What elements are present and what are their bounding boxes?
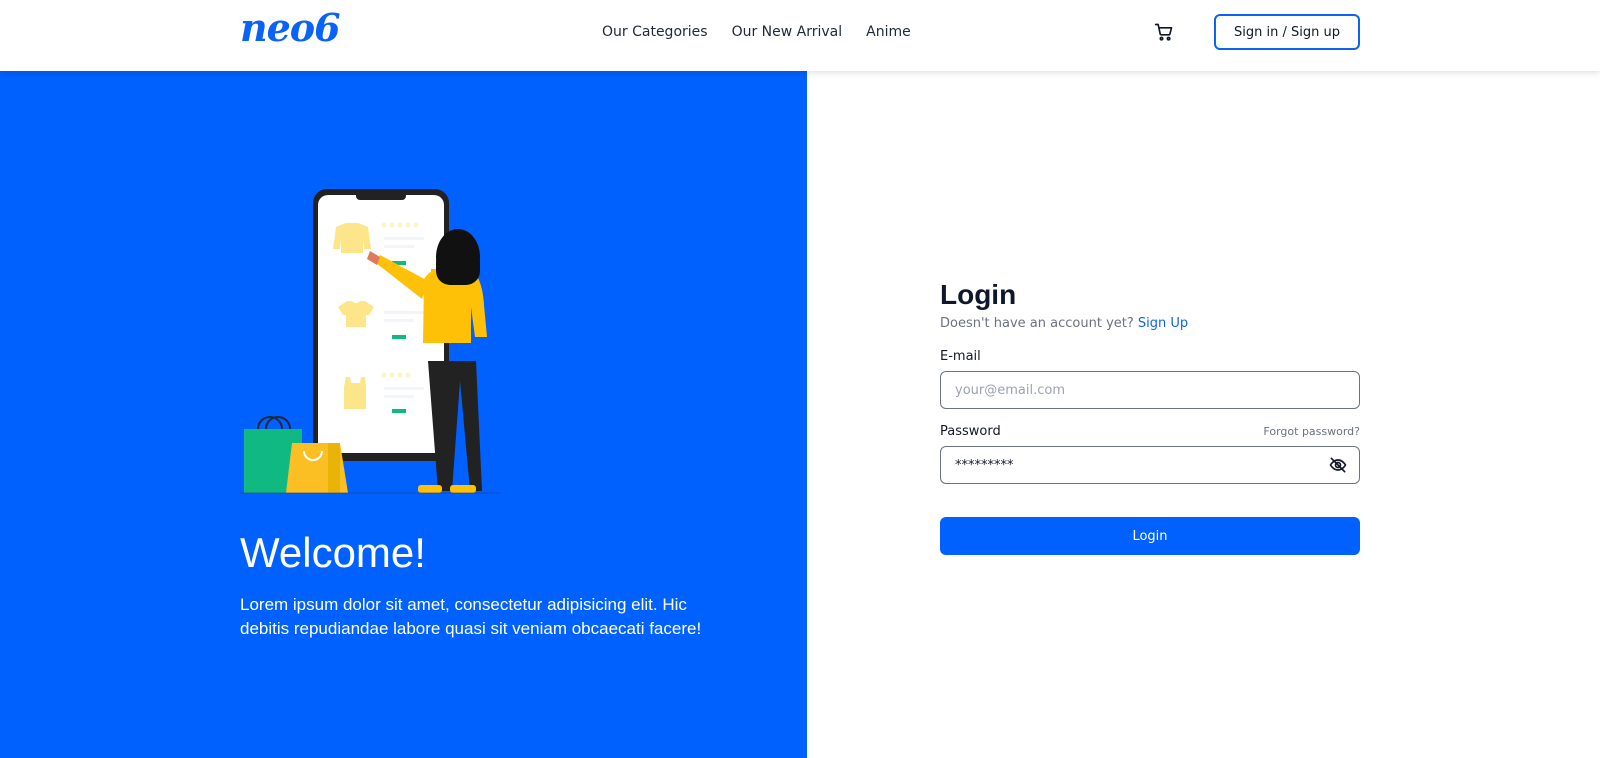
signup-prompt: Doesn't have an account yet? Sign Up <box>940 314 1360 334</box>
password-field-wrap <box>940 446 1360 484</box>
woman-shopping-on-phone-illustration <box>240 189 500 494</box>
email-field[interactable] <box>940 371 1360 409</box>
main-nav: Our Categories Our New Arrival Anime <box>602 22 911 42</box>
login-form: Login Doesn't have an account yet? Sign … <box>940 278 1360 555</box>
nav-link-categories[interactable]: Our Categories <box>602 22 708 42</box>
cart-icon[interactable] <box>1154 22 1174 42</box>
sign-in-sign-up-button[interactable]: Sign in / Sign up <box>1214 14 1360 50</box>
sign-up-link[interactable]: Sign Up <box>1138 316 1188 331</box>
eye-off-icon[interactable] <box>1328 455 1348 475</box>
email-field-wrap <box>940 371 1360 409</box>
password-label-row: Password Forgot password? <box>940 423 1360 441</box>
brand-logo[interactable]: neo6 <box>240 6 341 50</box>
welcome-description: Lorem ipsum dolor sit amet, consectetur … <box>240 595 702 638</box>
nav-link-anime[interactable]: Anime <box>866 22 911 42</box>
password-field[interactable] <box>940 446 1360 484</box>
welcome-panel: Welcome! Lorem ipsum dolor sit amet, con… <box>0 71 807 758</box>
email-label-row: E-mail <box>940 348 1360 366</box>
nav-link-new-arrival[interactable]: Our New Arrival <box>732 22 843 42</box>
no-account-text: Doesn't have an account yet? <box>940 316 1134 331</box>
forgot-password-link[interactable]: Forgot password? <box>1263 425 1360 438</box>
login-button[interactable]: Login <box>940 517 1360 555</box>
navbar: neo6 Our Categories Our New Arrival Anim… <box>0 0 1600 71</box>
login-title: Login <box>940 279 1017 310</box>
email-label: E-mail <box>940 349 981 364</box>
welcome-title: Welcome! <box>240 529 426 576</box>
password-label: Password <box>940 424 1001 439</box>
